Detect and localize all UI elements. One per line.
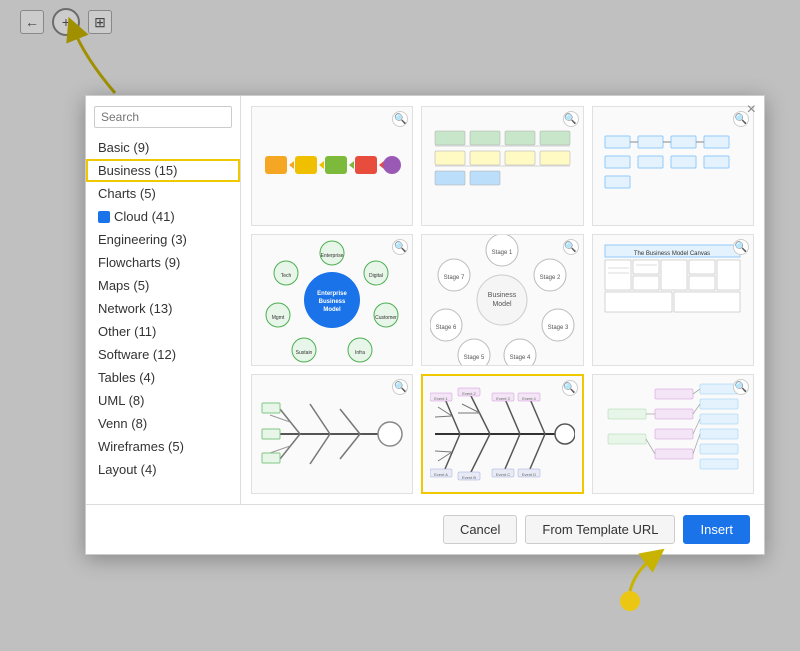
svg-text:Stage 1: Stage 1 bbox=[492, 250, 513, 256]
category-sidebar: 🔍 Basic (9) Business (15) Charts (5) Clo… bbox=[86, 96, 241, 504]
magnify-icon-fl[interactable]: 🔍 bbox=[392, 379, 408, 395]
sidebar-item-engineering[interactable]: Engineering (3) bbox=[86, 228, 240, 251]
template-card-1[interactable]: 🔍 bbox=[251, 106, 413, 226]
insert-button[interactable]: Insert bbox=[683, 515, 750, 544]
magnify-icon-stages[interactable]: 🔍 bbox=[563, 239, 579, 255]
template-preview-right bbox=[600, 379, 745, 489]
template-preview-stages: Business Model Stage 1 Stage 2 Stage 3 S… bbox=[430, 235, 575, 365]
svg-text:Event C: Event C bbox=[496, 472, 510, 477]
search-box[interactable]: 🔍 bbox=[94, 106, 232, 128]
sidebar-item-network[interactable]: Network (13) bbox=[86, 297, 240, 320]
svg-text:Event D: Event D bbox=[522, 472, 536, 477]
sidebar-item-cloud[interactable]: Cloud (41) bbox=[86, 205, 240, 228]
svg-text:Tech: Tech bbox=[280, 273, 291, 279]
sidebar-item-tables[interactable]: Tables (4) bbox=[86, 366, 240, 389]
template-preview-3 bbox=[600, 126, 745, 206]
template-url-button[interactable]: From Template URL bbox=[525, 515, 675, 544]
template-preview-2 bbox=[430, 126, 575, 206]
sidebar-item-maps[interactable]: Maps (5) bbox=[86, 274, 240, 297]
svg-text:Sustain: Sustain bbox=[295, 350, 312, 356]
template-card-3[interactable]: 🔍 bbox=[592, 106, 754, 226]
svg-text:Infra: Infra bbox=[355, 350, 365, 356]
template-card-fishbone-main[interactable]: 🔍 bbox=[421, 374, 583, 494]
template-card-enterprise[interactable]: 🔍 Enterprise Business Model Enterprise D… bbox=[251, 234, 413, 366]
svg-text:Stage 2: Stage 2 bbox=[540, 275, 561, 281]
template-preview-canvas: The Business Model Canvas bbox=[600, 235, 745, 365]
svg-text:Event 2: Event 2 bbox=[462, 391, 476, 396]
template-preview-enterprise: Enterprise Business Model Enterprise Dig… bbox=[260, 235, 405, 365]
cloud-icon bbox=[98, 211, 110, 223]
search-input[interactable] bbox=[101, 110, 256, 124]
svg-text:Enterprise: Enterprise bbox=[320, 253, 343, 259]
template-preview-fishbone-left bbox=[260, 379, 405, 489]
svg-text:Business: Business bbox=[318, 299, 345, 305]
svg-text:Event 4: Event 4 bbox=[522, 396, 536, 401]
svg-text:Model: Model bbox=[492, 301, 512, 308]
sidebar-item-other[interactable]: Other (11) bbox=[86, 320, 240, 343]
svg-text:Enterprise: Enterprise bbox=[317, 291, 347, 297]
sidebar-item-basic[interactable]: Basic (9) bbox=[86, 136, 240, 159]
magnify-icon-1[interactable]: 🔍 bbox=[392, 111, 408, 127]
modal-body: 🔍 Basic (9) Business (15) Charts (5) Clo… bbox=[86, 96, 764, 504]
svg-text:Event A: Event A bbox=[434, 472, 448, 477]
svg-text:Stage 4: Stage 4 bbox=[510, 355, 531, 361]
template-card-canvas[interactable]: 🔍 The Business Model Canvas bbox=[592, 234, 754, 366]
magnify-icon-right[interactable]: 🔍 bbox=[733, 379, 749, 395]
magnify-icon-2[interactable]: 🔍 bbox=[563, 111, 579, 127]
modal-dialog: × 🔍 Basic (9) Business (15) Charts (5) C… bbox=[85, 95, 765, 555]
svg-text:Customer: Customer bbox=[375, 315, 397, 321]
close-button[interactable]: × bbox=[747, 102, 756, 118]
template-preview-fishbone-main: Event 1 Event 2 Event 3 Event 4 Event A … bbox=[430, 379, 575, 489]
sidebar-item-flowcharts[interactable]: Flowcharts (9) bbox=[86, 251, 240, 274]
template-card-stages[interactable]: 🔍 Business Model Stage 1 Stage 2 Stage 3 bbox=[421, 234, 583, 366]
svg-text:Digital: Digital bbox=[369, 273, 383, 279]
magnify-icon-enterprise[interactable]: 🔍 bbox=[392, 239, 408, 255]
svg-text:Stage 5: Stage 5 bbox=[464, 355, 485, 361]
svg-text:Event 3: Event 3 bbox=[496, 396, 510, 401]
magnify-icon-fm[interactable]: 🔍 bbox=[562, 380, 578, 396]
sidebar-item-uml[interactable]: UML (8) bbox=[86, 389, 240, 412]
cancel-button[interactable]: Cancel bbox=[443, 515, 517, 544]
svg-text:Stage 6: Stage 6 bbox=[436, 325, 457, 331]
sidebar-item-venn[interactable]: Venn (8) bbox=[86, 412, 240, 435]
sidebar-item-cloud-label: Cloud (41) bbox=[114, 209, 175, 224]
svg-text:Stage 7: Stage 7 bbox=[444, 275, 465, 281]
template-card-2[interactable]: 🔍 bbox=[421, 106, 583, 226]
sidebar-item-layout[interactable]: Layout (4) bbox=[86, 458, 240, 481]
template-card-right[interactable]: 🔍 bbox=[592, 374, 754, 494]
sidebar-item-charts[interactable]: Charts (5) bbox=[86, 182, 240, 205]
svg-text:Mgmt: Mgmt bbox=[271, 315, 284, 321]
annotation-arrow-bottom bbox=[600, 541, 680, 621]
svg-text:Model: Model bbox=[323, 307, 341, 313]
svg-text:Business: Business bbox=[488, 292, 517, 299]
sidebar-item-software[interactable]: Software (12) bbox=[86, 343, 240, 366]
template-card-fishbone-left[interactable]: 🔍 bbox=[251, 374, 413, 494]
template-preview-1 bbox=[260, 126, 405, 206]
svg-text:Stage 3: Stage 3 bbox=[548, 325, 569, 331]
svg-text:Event B: Event B bbox=[462, 475, 476, 480]
sidebar-item-business[interactable]: Business (15) bbox=[86, 159, 240, 182]
svg-text:Event 1: Event 1 bbox=[434, 396, 448, 401]
magnify-icon-canvas[interactable]: 🔍 bbox=[733, 239, 749, 255]
svg-text:The Business Model Canvas: The Business Model Canvas bbox=[634, 251, 710, 257]
sidebar-item-wireframes[interactable]: Wireframes (5) bbox=[86, 435, 240, 458]
